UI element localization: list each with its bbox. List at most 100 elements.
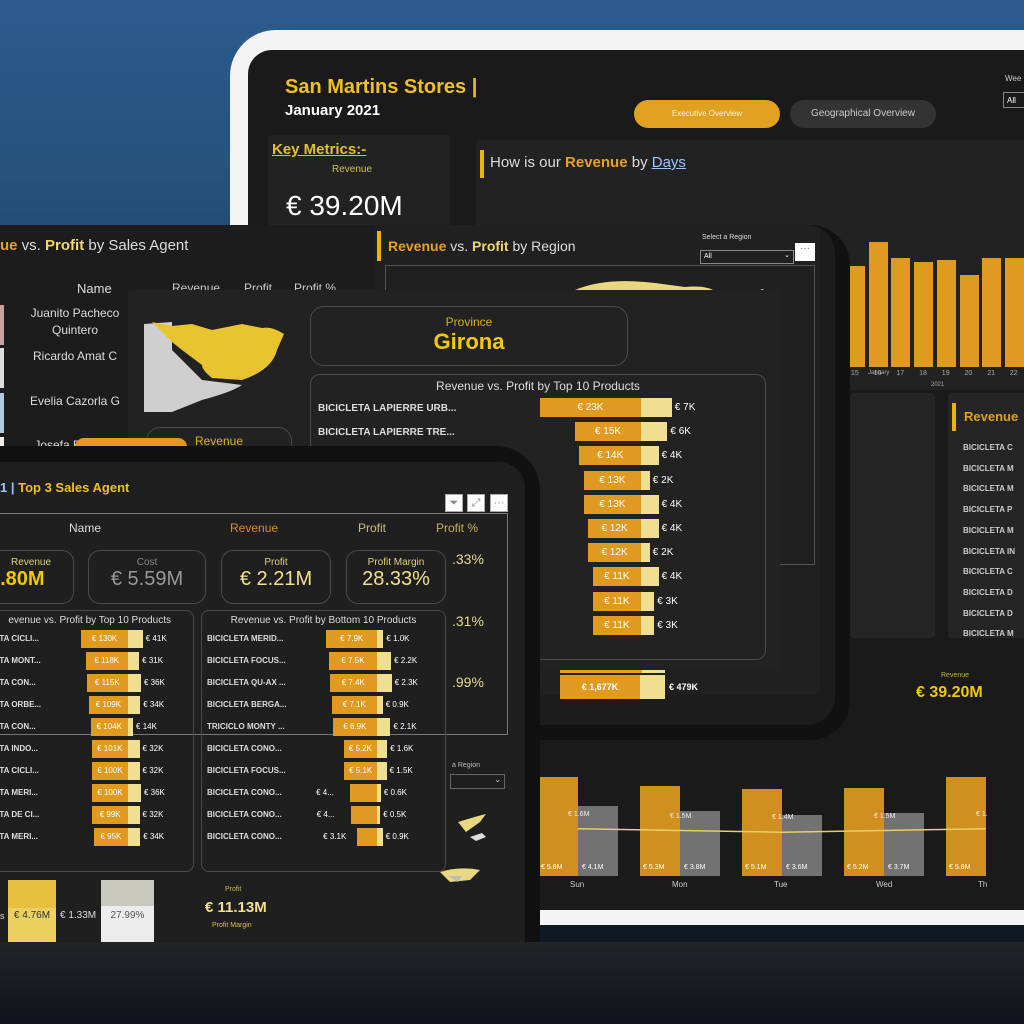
list-item: BICICLETA IN bbox=[963, 546, 1015, 556]
revenue-label: € 5.2K bbox=[348, 744, 372, 753]
reflection bbox=[0, 942, 1024, 1024]
more-options-icon[interactable]: ··· bbox=[490, 494, 508, 512]
product-label: ETA CON... bbox=[0, 722, 36, 731]
revenue-label: € 12K bbox=[601, 547, 628, 559]
x-axis-month: January bbox=[868, 370, 890, 376]
kpi-card: Cost € 5.59M bbox=[88, 550, 206, 604]
revenue-bar: € 11K bbox=[592, 615, 641, 635]
product-label: BICICLETA CONO... bbox=[207, 810, 282, 819]
product-label: ETA DE CI... bbox=[0, 810, 40, 819]
region-select-label: Select a Region bbox=[702, 234, 752, 241]
revenue-label: € 15K bbox=[594, 426, 622, 438]
region-select[interactable]: All ⌄ bbox=[700, 250, 794, 264]
top10-bars: ETA CICLI... € 130K € 41K ETA MONT... € 118K… bbox=[0, 610, 200, 872]
profit-bar bbox=[641, 543, 650, 563]
profit-bar bbox=[128, 718, 134, 736]
revenue-bar bbox=[350, 784, 377, 802]
profit-label: € 34K bbox=[143, 700, 165, 709]
product-label: ETA CON... bbox=[0, 678, 36, 687]
revenue-bar: € 130K bbox=[81, 630, 128, 648]
profit-label: € 36K bbox=[143, 788, 165, 797]
panel-title: Revenue bbox=[964, 409, 1019, 424]
title-accent bbox=[952, 403, 956, 431]
kpi-card: Profit Margin 28.33% bbox=[346, 550, 446, 604]
day-bar bbox=[936, 259, 956, 367]
profit-label: € 2K bbox=[652, 547, 674, 559]
profit-label: € 6K bbox=[670, 426, 691, 438]
day-tick-label: 18 bbox=[919, 370, 927, 377]
profit-label: € 31K bbox=[142, 656, 164, 665]
revenue-bar: € 11K bbox=[592, 567, 641, 587]
tab-geographical-overview[interactable]: Geographical Overview bbox=[790, 100, 936, 128]
list-item: BICICLETA M bbox=[963, 629, 1014, 639]
profit-bar bbox=[641, 422, 668, 442]
profit-kpi-label: Profit bbox=[225, 886, 242, 893]
product-label: ETA CICLI... bbox=[0, 766, 39, 775]
filter-icon[interactable]: ⏷ bbox=[445, 494, 463, 512]
revenue-bar: € 13K bbox=[583, 494, 641, 514]
profit-bar bbox=[128, 784, 141, 802]
revenue-card-label: Revenue bbox=[941, 672, 970, 679]
list-item: BICICLETA M bbox=[963, 484, 1014, 494]
profit-label: € 2.2K bbox=[394, 656, 418, 665]
kpi-card: Profit € 2.21M bbox=[221, 550, 331, 604]
profit-label: € 4K bbox=[661, 571, 683, 583]
province-card: Province Girona bbox=[310, 306, 628, 366]
day-tick-label: 15 bbox=[851, 370, 859, 377]
col-profit: Profit bbox=[358, 521, 387, 535]
day-tick-label: 21 bbox=[987, 370, 995, 377]
revenue-label: € 12K bbox=[601, 523, 628, 534]
product-label: BICICLETA LAPIERRE TRE... bbox=[318, 426, 455, 438]
profit-label: € 2.1K bbox=[393, 722, 417, 731]
day-bar bbox=[868, 242, 888, 367]
agent-photo bbox=[0, 305, 4, 345]
revenue-bar: € 6.9K bbox=[332, 718, 377, 736]
revenue-bar: € 95K bbox=[93, 828, 128, 846]
profit-bar bbox=[128, 740, 140, 758]
revenue-label: € 13K bbox=[599, 498, 626, 510]
region-profit-bar bbox=[640, 675, 665, 699]
profit-bar bbox=[377, 806, 381, 824]
tab-executive-overview[interactable]: Executive Overview bbox=[634, 100, 780, 128]
profit-label: € 0.6K bbox=[383, 788, 407, 797]
product-label: ETA ORBE... bbox=[0, 700, 42, 709]
list-item: BICICLETA C bbox=[963, 567, 1013, 577]
agent-name: Juanito Pacheco Quintero bbox=[30, 306, 120, 337]
profit-bar bbox=[377, 652, 392, 670]
revenue-label: € 109K bbox=[95, 700, 122, 709]
kpi-value: 7.80M bbox=[0, 568, 45, 590]
revenue-label: € 13K bbox=[599, 474, 626, 486]
profit-label: € 2K bbox=[652, 474, 674, 486]
week-filter-select[interactable]: All bbox=[1003, 92, 1024, 108]
profit-label: € 4K bbox=[661, 450, 683, 462]
bottom-profit-cell: € 1.33M bbox=[60, 910, 97, 921]
product-label: BICICLETA CONO... bbox=[207, 744, 282, 753]
day-tick-label: 17 bbox=[896, 370, 905, 377]
profit-bar bbox=[377, 630, 384, 648]
profit-line bbox=[577, 828, 987, 833]
pct-3: .99% bbox=[452, 674, 484, 690]
week-filter-label: Wee bbox=[1005, 74, 1022, 83]
agent-col-name: Name bbox=[77, 281, 112, 296]
profit-label: € 7K bbox=[674, 402, 696, 413]
product-label: TRICICLO MONTY ... bbox=[207, 722, 285, 731]
day-bar bbox=[982, 257, 1002, 367]
map-region-select[interactable]: ⌄ bbox=[450, 774, 505, 789]
revenue-label: € 11K bbox=[604, 595, 630, 607]
day-bar bbox=[914, 262, 934, 367]
list-item: BICICLETA D bbox=[963, 608, 1013, 618]
product-label: BICICLETA LAPIERRE URB... bbox=[318, 402, 457, 414]
focus-mode-icon[interactable]: ⤢ bbox=[467, 494, 485, 512]
revenue-label: € 130K bbox=[91, 634, 118, 643]
revenue-bar: € 115K bbox=[86, 674, 128, 692]
product-label: ETA MERI... bbox=[0, 788, 38, 797]
day-bar bbox=[1004, 257, 1024, 367]
profit-bar bbox=[128, 828, 141, 846]
product-label: BICICLETA CONO... bbox=[207, 832, 282, 841]
revenue-bar bbox=[357, 828, 377, 846]
more-options-icon[interactable]: ··· bbox=[795, 243, 815, 261]
revenue-label: € 5.1K bbox=[349, 766, 373, 775]
profit-label: € 0.5K bbox=[383, 810, 407, 819]
revenue-label: € 23K bbox=[577, 402, 604, 413]
revenue-bar: € 7.4K bbox=[329, 674, 377, 692]
